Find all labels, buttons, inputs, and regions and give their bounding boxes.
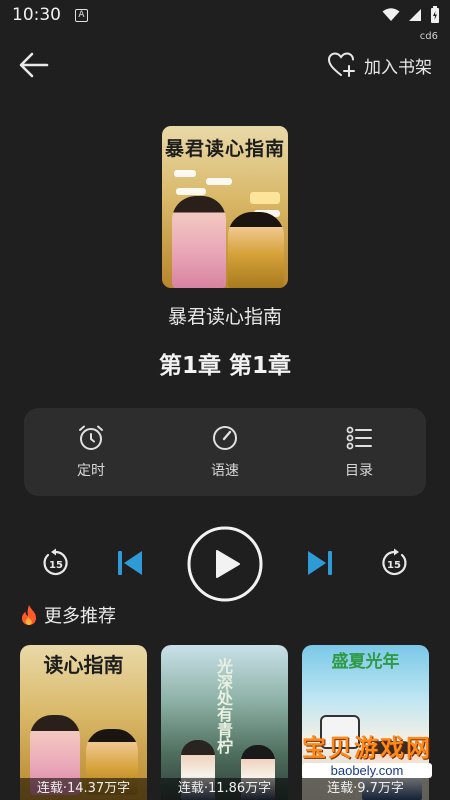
arrow-left-icon bbox=[19, 52, 49, 78]
toc-label: 目录 bbox=[345, 463, 373, 479]
back-button[interactable] bbox=[18, 51, 50, 79]
card-cover-text: 光深处有青柠 bbox=[214, 658, 233, 754]
signal-icon bbox=[409, 9, 421, 21]
battery-icon bbox=[431, 6, 439, 23]
card-cover-text: 读心指南 bbox=[43, 653, 124, 677]
alarm-clock-icon bbox=[79, 425, 103, 450]
forward-15-button[interactable]: 15 bbox=[378, 547, 410, 583]
skip-previous-icon bbox=[118, 551, 142, 575]
skip-next-icon bbox=[308, 551, 332, 575]
card-status: 连载·11.86万字 bbox=[161, 778, 288, 800]
speed-button[interactable]: 语速 bbox=[175, 424, 275, 480]
cover-character-female bbox=[172, 196, 226, 288]
cover-character-male bbox=[228, 212, 284, 288]
watermark: 宝贝游戏网 baobely.com bbox=[302, 728, 432, 778]
status-bar: 10:30 A bbox=[0, 0, 450, 30]
top-bar: 加入书架 bbox=[0, 45, 450, 85]
wifi-icon bbox=[382, 8, 400, 21]
rewind-15-button[interactable]: 15 bbox=[40, 547, 72, 583]
cover-title-text: 暴君读心指南 bbox=[164, 138, 285, 160]
add-to-bookshelf-button[interactable]: 加入书架 bbox=[328, 51, 432, 79]
rewind-seconds: 15 bbox=[49, 560, 63, 571]
rewind-icon: 15 bbox=[43, 548, 68, 576]
play-button[interactable] bbox=[186, 525, 264, 607]
list-icon bbox=[346, 426, 372, 450]
recommend-card[interactable]: 读心指南 连载·14.37万字 bbox=[20, 645, 147, 800]
player-controls: 15 15 bbox=[0, 525, 450, 603]
recommend-header: 更多推荐 bbox=[20, 602, 116, 628]
toc-button[interactable]: 目录 bbox=[309, 424, 409, 480]
card-cover-text: 盛夏光年 bbox=[331, 652, 400, 672]
book-cover: 暴君读心指南 bbox=[162, 126, 288, 288]
fire-icon bbox=[22, 605, 36, 625]
card-status: 连载·14.37万字 bbox=[20, 778, 147, 800]
heart-plus-icon bbox=[328, 52, 355, 77]
book-title: 暴君读心指南 bbox=[167, 306, 282, 328]
recommend-title: 更多推荐 bbox=[44, 606, 116, 627]
status-time: 10:30 bbox=[12, 5, 61, 25]
recommend-card[interactable]: 光深处有青柠 连载·11.86万字 bbox=[161, 645, 288, 800]
speed-label: 语速 bbox=[211, 463, 239, 479]
add-to-bookshelf-label: 加入书架 bbox=[364, 57, 432, 78]
next-chapter-button[interactable] bbox=[306, 549, 334, 581]
play-icon bbox=[187, 526, 263, 602]
notification-icon: A bbox=[75, 8, 88, 22]
card-status: 连载·9.7万字 bbox=[302, 778, 429, 800]
chapter-title: 第1章 第1章 bbox=[158, 353, 291, 379]
speedometer-icon bbox=[213, 426, 237, 450]
status-code: cd6 bbox=[419, 31, 438, 42]
fast-forward-icon: 15 bbox=[382, 548, 407, 576]
forward-seconds: 15 bbox=[387, 560, 401, 571]
watermark-brand: 宝贝游戏网 bbox=[302, 734, 432, 762]
timer-button[interactable]: 定时 bbox=[41, 424, 141, 480]
controls-panel: 定时 语速 目录 bbox=[24, 408, 426, 496]
previous-chapter-button[interactable] bbox=[116, 549, 144, 581]
timer-label: 定时 bbox=[77, 463, 105, 479]
watermark-url: baobely.com bbox=[302, 763, 432, 778]
